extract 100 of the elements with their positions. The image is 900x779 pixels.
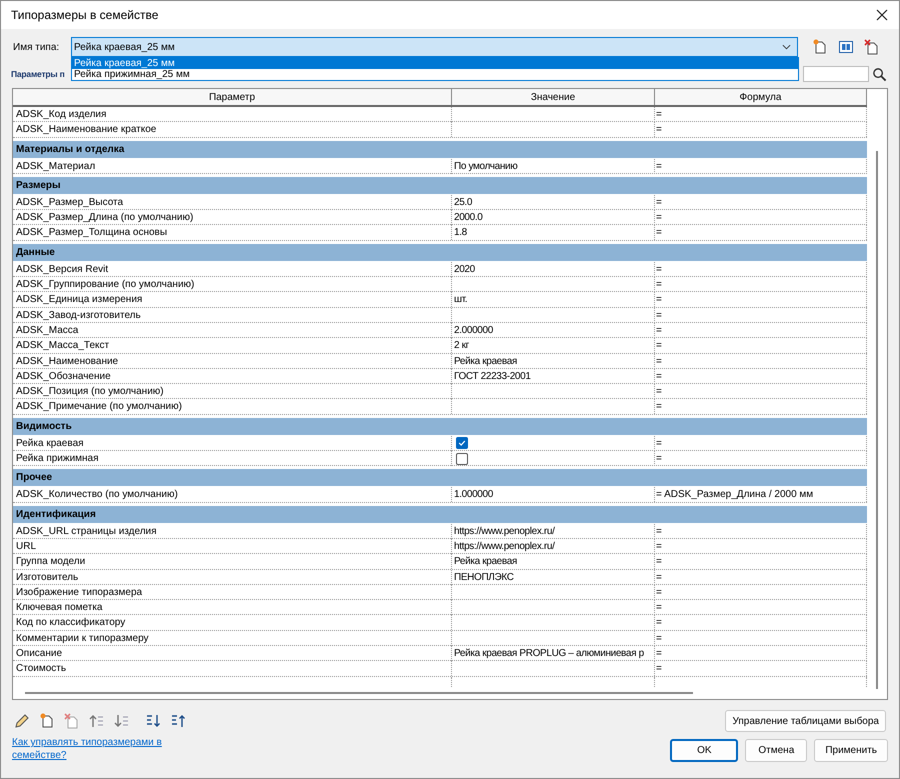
parameter-name-cell: ADSK_Масса [13, 322, 452, 338]
delete-document-icon[interactable] [864, 39, 880, 55]
formula-cell[interactable]: = [656, 122, 662, 138]
formula-cell[interactable]: = ADSK_Размер_Длина / 2000 мм [656, 487, 814, 502]
parameter-name-cell: URL [13, 538, 452, 554]
column-header[interactable]: Параметр [13, 89, 452, 105]
formula-cell[interactable]: = [656, 538, 662, 554]
parameter-name-cell: Ключевая пометка [13, 600, 452, 616]
parameter-name-cell: ADSK_Код изделия [13, 107, 452, 122]
formula-cell[interactable]: = [656, 277, 662, 292]
formula-cell[interactable]: = [656, 292, 662, 308]
parameter-name-cell: Изображение типоразмера [13, 584, 452, 600]
parameter-name-cell: Рейка краевая [13, 436, 452, 451]
formula-cell[interactable]: = [656, 600, 662, 616]
dropdown-option[interactable]: Рейка краевая_25 мм [72, 58, 798, 69]
new-document-icon[interactable] [812, 39, 828, 55]
parameter-name-cell: ADSK_Завод-изготовитель [13, 308, 452, 323]
group-header[interactable]: Видимость [13, 418, 867, 436]
pencil-icon[interactable] [14, 713, 30, 729]
dialog-button[interactable]: Отмена [745, 739, 808, 762]
formula-cell[interactable]: = [656, 646, 662, 662]
formula-cell[interactable]: = [656, 384, 662, 400]
manage-lookup-tables-button[interactable]: Управление таблицами выбора [725, 710, 886, 732]
value-cell[interactable]: Рейка краевая PROPLUG – алюминиевая р [454, 646, 644, 662]
formula-cell[interactable]: = [656, 451, 662, 466]
formula-cell[interactable]: = [656, 399, 662, 414]
formula-cell[interactable]: = [656, 354, 662, 369]
parameter-name-cell: ADSK_Размер_Длина (по умолчанию) [13, 210, 452, 226]
search-icon[interactable] [872, 66, 887, 82]
window-title: Типоразмеры в семействе [11, 7, 158, 24]
value-cell[interactable]: 1.000000 [454, 487, 493, 502]
checkbox[interactable] [456, 452, 468, 465]
value-cell[interactable]: 25.0 [454, 194, 472, 210]
formula-cell[interactable]: = [656, 661, 662, 676]
value-cell[interactable]: 1.8 [454, 225, 467, 240]
new-parameter-icon[interactable] [39, 713, 55, 729]
sort-descending-icon[interactable] [170, 713, 186, 729]
formula-cell[interactable]: = [656, 308, 662, 323]
move-up-icon[interactable] [89, 713, 105, 729]
parameter-name-cell: Рейка прижимная [13, 451, 452, 466]
parameter-name-cell: ADSK_Наименование [13, 354, 452, 369]
value-cell[interactable]: https://www.penoplex.ru/ [454, 524, 555, 539]
formula-cell[interactable]: = [656, 630, 662, 646]
help-link[interactable]: Как управлять типоразмерами в семействе? [12, 736, 172, 762]
formula-cell[interactable]: = [656, 338, 662, 354]
value-cell[interactable]: 2000.0 [454, 210, 482, 226]
group-header[interactable]: Идентификация [13, 506, 867, 524]
search-field[interactable] [803, 66, 869, 82]
delete-parameter-icon[interactable] [64, 713, 80, 729]
formula-cell[interactable]: = [656, 368, 662, 384]
formula-cell[interactable]: = [656, 210, 662, 226]
value-cell[interactable]: шт. [454, 292, 468, 308]
parameter-name-cell: ADSK_Материал [13, 158, 452, 174]
formula-cell[interactable]: = [656, 194, 662, 210]
value-cell[interactable]: https://www.penoplex.ru/ [454, 538, 555, 554]
parameter-name-cell: ADSK_URL страницы изделия [13, 524, 452, 539]
type-name-label: Имя типа: [13, 40, 60, 54]
close-icon[interactable] [875, 8, 889, 22]
dropdown-option[interactable]: Рейка прижимная_25 мм [72, 69, 798, 80]
column-header[interactable]: Формула [655, 89, 867, 105]
formula-cell[interactable]: = [656, 158, 662, 174]
parameter-name-cell: Группа модели [13, 554, 452, 570]
formula-cell[interactable]: = [656, 570, 662, 585]
value-cell[interactable]: ГОСТ 22233-2001 [454, 368, 531, 384]
formula-cell[interactable]: = [656, 262, 662, 277]
dialog-button[interactable]: Применить [814, 739, 888, 762]
parameter-name-cell: ADSK_Примечание (по умолчанию) [13, 399, 452, 414]
horizontal-scrollbar[interactable] [25, 692, 693, 694]
formula-cell[interactable]: = [656, 524, 662, 539]
group-header[interactable]: Данные [13, 244, 867, 262]
formula-cell[interactable]: = [656, 615, 662, 630]
parameters-label: Параметры п [11, 68, 65, 80]
value-cell[interactable]: По умолчанию [454, 158, 518, 174]
sort-ascending-icon[interactable] [145, 713, 161, 729]
group-header[interactable]: Размеры [13, 176, 867, 195]
value-cell[interactable]: Рейка краевая [454, 554, 517, 570]
dialog-button[interactable]: OK [670, 739, 738, 762]
formula-cell[interactable]: = [656, 225, 662, 240]
value-cell[interactable]: 2.000000 [454, 322, 493, 338]
formula-cell[interactable]: = [656, 322, 662, 338]
parameter-name-cell: ADSK_Обозначение [13, 368, 452, 384]
value-cell[interactable]: 2020 [454, 262, 475, 277]
parameter-name-cell: ADSK_Масса_Текст [13, 338, 452, 354]
group-header[interactable]: Прочее [13, 469, 867, 488]
value-cell[interactable]: Рейка краевая [454, 354, 517, 369]
formula-cell[interactable]: = [656, 436, 662, 451]
group-header[interactable]: Материалы и отделка [13, 140, 867, 159]
vertical-scrollbar[interactable] [876, 151, 878, 689]
formula-cell[interactable]: = [656, 584, 662, 600]
parameter-name-cell: ADSK_Размер_Толщина основы [13, 225, 452, 240]
parameter-name-cell: Стоимость [13, 661, 452, 676]
value-cell[interactable]: 2 кг [454, 338, 469, 354]
formula-cell[interactable]: = [656, 554, 662, 570]
formula-cell[interactable]: = [656, 107, 662, 122]
column-header[interactable]: Значение [452, 89, 655, 105]
checkbox[interactable] [456, 437, 468, 450]
move-down-icon[interactable] [114, 713, 130, 729]
parameter-name-cell: ADSK_Единица измерения [13, 292, 452, 308]
value-cell[interactable]: ПЕНОПЛЭКС [454, 570, 514, 585]
type-name-dropdown[interactable]: Рейка краевая_25 мм [71, 37, 798, 57]
